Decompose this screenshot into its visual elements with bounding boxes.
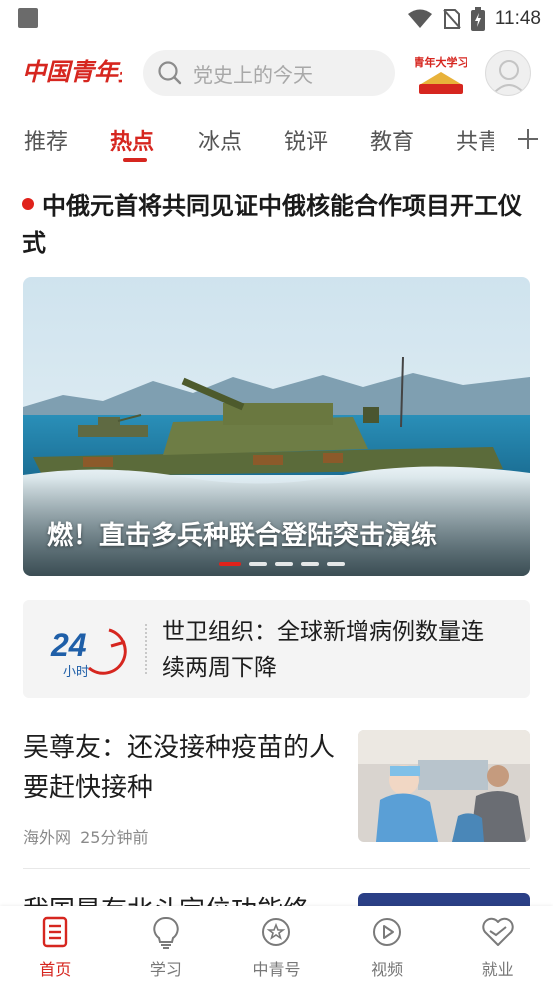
carousel-dot[interactable] [301, 562, 319, 566]
news-source: 海外网 [23, 828, 72, 847]
search-icon [158, 61, 182, 85]
battery-charging-icon [470, 7, 485, 31]
nav-youth-account[interactable]: 中青号 [221, 906, 332, 983]
status-icons: 11:48 [407, 6, 541, 32]
logo-text: 中国青年报 [22, 57, 122, 86]
study-badge-text: 青年大学习 [415, 55, 467, 69]
app-logo[interactable]: 中国青年报 [22, 50, 122, 90]
clock-24h-icon: 24 小时 [50, 627, 127, 678]
search-placeholder: 党史上的今天 [193, 62, 313, 87]
carousel-dot[interactable] [249, 562, 267, 566]
top-headline[interactable]: 中俄元首将共同见证中俄核能合作项目开工仪式 [22, 188, 532, 262]
nav-study[interactable]: 学习 [111, 906, 222, 983]
news-title: 吴尊友：还没接种疫苗的人要赶快接种 [23, 733, 336, 803]
nav-video[interactable]: 视频 [332, 906, 443, 983]
news-time: 25分钟前 [80, 828, 149, 847]
list-item[interactable]: 吴尊友：还没接种疫苗的人要赶快接种 海外网 25分钟前 [23, 728, 530, 868]
nav-label: 视频 [371, 960, 404, 979]
wifi-icon [407, 9, 432, 28]
bulb-icon [153, 916, 179, 949]
nav-label: 就业 [481, 960, 514, 979]
badge-unit: 小时 [63, 665, 89, 678]
status-bar: 11:48 [0, 0, 553, 38]
news-thumbnail [358, 730, 530, 842]
thumbnail-image [358, 730, 530, 842]
notification-square-icon [18, 8, 38, 28]
badge-number: 24 [50, 627, 87, 663]
news-24h-text: 世卫组织：全球新增病例数量连续两周下降 [162, 619, 484, 681]
tab-hot[interactable]: 热点 [110, 124, 154, 156]
carousel-dot[interactable] [327, 562, 345, 566]
star-circle-icon [262, 918, 291, 946]
carousel-indicator [219, 562, 345, 566]
nav-label: 学习 [149, 960, 182, 979]
tab-youth-league[interactable]: 共青 [456, 124, 494, 156]
play-circle-icon [373, 918, 402, 946]
no-sim-icon [443, 9, 461, 29]
bottom-navigation: 首页 学习 中青号 视频 就业 [0, 906, 553, 983]
home-doc-icon [43, 916, 68, 948]
search-input[interactable]: 党史上的今天 [143, 50, 395, 96]
active-tab-indicator [123, 158, 147, 162]
tab-commentary[interactable]: 锐评 [284, 124, 328, 156]
nav-label: 首页 [39, 960, 72, 979]
tab-education[interactable]: 教育 [370, 124, 414, 156]
youth-study-badge[interactable]: 青年大学习 [415, 46, 467, 98]
carousel-dot[interactable] [275, 562, 293, 566]
nav-home[interactable]: 首页 [0, 906, 111, 983]
banner-caption: 燃！直击多兵种联合登陆突击演练 [47, 521, 438, 551]
carousel-dot[interactable] [219, 562, 241, 566]
status-time: 11:48 [494, 8, 541, 29]
nav-employment[interactable]: 就业 [442, 906, 553, 983]
heart-icon [482, 917, 514, 946]
news-meta: 海外网 25分钟前 [23, 824, 148, 848]
channel-tabs: 推荐 热点 冰点 锐评 教育 共青 [0, 118, 553, 168]
card-divider [145, 624, 147, 674]
tab-ice[interactable]: 冰点 [198, 124, 242, 156]
app-header: 中国青年报 党史上的今天 青年大学习 [0, 42, 553, 104]
avatar-silhouette [493, 60, 525, 94]
list-divider [23, 868, 530, 869]
news-24h-card[interactable]: 24 小时 世卫组织：全球新增病例数量连续两周下降 [23, 600, 530, 698]
user-avatar-icon[interactable] [485, 50, 531, 96]
headline-text: 中俄元首将共同见证中俄核能合作项目开工仪式 [22, 192, 522, 257]
featured-banner[interactable]: 燃！直击多兵种联合登陆突击演练 [23, 277, 530, 576]
plus-icon[interactable] [513, 124, 543, 154]
tab-recommend[interactable]: 推荐 [24, 124, 68, 156]
nav-label: 中青号 [252, 960, 301, 979]
live-dot-icon [22, 198, 34, 210]
